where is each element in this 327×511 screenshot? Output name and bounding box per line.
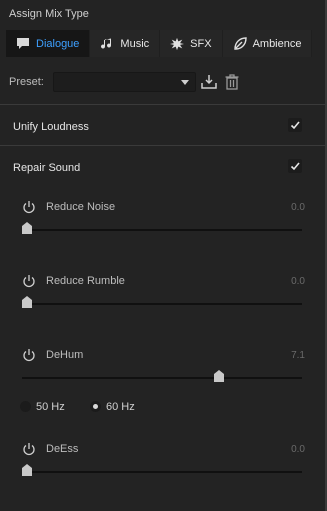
deess-power-icon[interactable] [22, 442, 36, 456]
reduce-noise-power-icon[interactable] [22, 200, 36, 214]
dehum-slider-thumb[interactable] [213, 370, 224, 382]
trash-icon[interactable] [224, 73, 240, 91]
radio-selected-dot [93, 404, 98, 409]
tab-dialogue[interactable]: Dialogue [6, 30, 91, 57]
reduce-noise-value: 0.0 [291, 202, 305, 213]
tab-music-label: Music [120, 37, 150, 50]
deess-label: DeEss [46, 443, 79, 455]
chevron-down-icon [181, 80, 189, 85]
tab-music[interactable]: Music [90, 30, 161, 57]
music-note-icon [100, 37, 114, 51]
preset-row: Preset: [9, 72, 309, 92]
radio-60hz[interactable] [90, 401, 101, 412]
unify-loudness-label: Unify Loudness [13, 121, 89, 133]
radio-50hz-label: 50 Hz [36, 401, 65, 413]
reduce-rumble-value: 0.0 [291, 276, 305, 287]
reduce-rumble-label: Reduce Rumble [46, 275, 125, 287]
essential-sound-panel: Assign Mix Type Dialogue Music SFX Ambie… [0, 0, 327, 511]
tab-sfx[interactable]: SFX [160, 30, 223, 57]
radio-60hz-label: 60 Hz [106, 401, 135, 413]
reduce-noise-slider-thumb[interactable] [22, 222, 32, 234]
deess-slider-thumb[interactable] [22, 464, 32, 476]
repair-sound-checkbox[interactable] [288, 159, 302, 173]
reduce-noise-slider-track[interactable] [22, 229, 302, 231]
unify-loudness-checkbox[interactable] [288, 118, 302, 132]
repair-sound-label: Repair Sound [13, 162, 81, 174]
dehum-slider-track[interactable] [22, 377, 302, 379]
tab-dialogue-label: Dialogue [36, 37, 80, 50]
burst-icon [170, 37, 185, 51]
tab-sfx-label: SFX [190, 37, 212, 50]
divider [0, 145, 325, 146]
reduce-noise-label: Reduce Noise [46, 201, 116, 213]
save-preset-icon[interactable] [200, 73, 218, 91]
dehum-power-icon[interactable] [22, 348, 36, 362]
dehum-frequency-radios: 50 Hz 60 Hz [20, 399, 220, 415]
reduce-rumble-slider-track[interactable] [22, 303, 302, 305]
tab-ambience-label: Ambience [252, 37, 302, 50]
speech-bubble-icon [16, 37, 30, 51]
divider [0, 104, 325, 105]
deess-slider-track[interactable] [22, 471, 302, 473]
mix-type-tabs: Dialogue Music SFX Ambience [6, 30, 313, 57]
reduce-rumble-power-icon[interactable] [22, 274, 36, 288]
reduce-rumble-slider-thumb[interactable] [22, 296, 32, 308]
tab-ambience[interactable]: Ambience [222, 30, 313, 57]
dehum-value: 7.1 [291, 350, 305, 361]
radio-50hz[interactable] [20, 401, 31, 412]
leaf-icon [233, 36, 247, 51]
deess-value: 0.0 [291, 444, 305, 455]
preset-dropdown[interactable] [53, 72, 196, 92]
assign-mix-type-title: Assign Mix Type [9, 8, 89, 20]
preset-label: Preset: [9, 76, 44, 88]
dehum-label: DeHum [46, 349, 84, 361]
